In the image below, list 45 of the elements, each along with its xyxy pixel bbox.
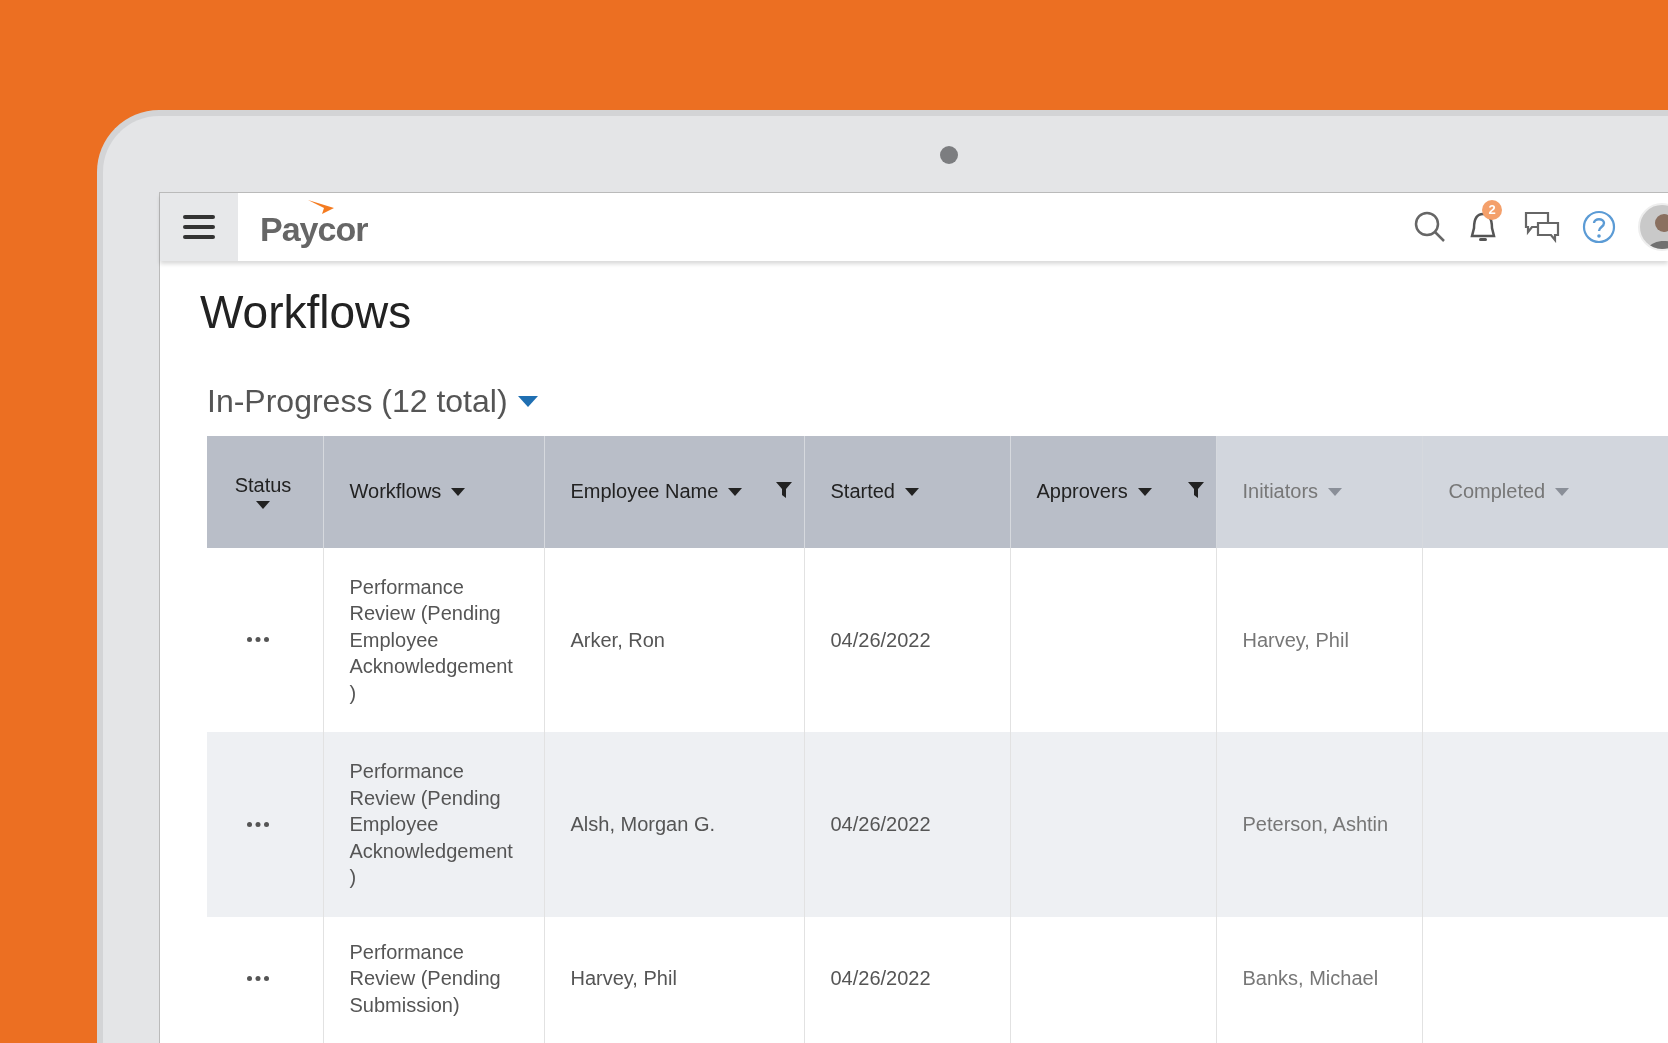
more-icon [247, 637, 269, 643]
table-cell: Harvey, Phil [1242, 628, 1349, 651]
filter-icon[interactable] [775, 482, 792, 498]
logo[interactable]: Paycor [260, 210, 368, 249]
column-header[interactable]: Workflows [349, 480, 442, 503]
more-button[interactable] [247, 975, 269, 981]
table-cell-text: Performance Review (Pending Submission) [349, 939, 502, 1018]
table-cell: Arker, Ron [570, 628, 665, 651]
camera-icon [940, 146, 958, 164]
more-button[interactable] [247, 821, 269, 827]
sort-caret-icon[interactable] [728, 487, 743, 496]
help-icon [1582, 209, 1616, 244]
search-button[interactable] [1414, 210, 1446, 243]
filter-icon[interactable] [1187, 482, 1204, 498]
logo-mark-icon [308, 200, 334, 215]
sort-caret-icon[interactable] [451, 487, 466, 496]
search-icon [1414, 210, 1446, 243]
menu-icon [183, 214, 215, 239]
notification-badge: 2 [1482, 199, 1502, 220]
more-icon [247, 975, 269, 981]
caret-icon [517, 395, 538, 407]
column-header[interactable]: Approvers [1036, 480, 1128, 503]
sort-caret-icon[interactable] [905, 487, 919, 496]
more-icon [247, 821, 269, 827]
more-button[interactable] [247, 637, 269, 643]
table-cell: Peterson, Ashtin [1242, 813, 1389, 835]
table-cell: 04/26/2022 [830, 813, 931, 835]
column-header[interactable]: Status [234, 474, 292, 497]
help-button[interactable] [1582, 209, 1616, 244]
column-header[interactable]: Started [830, 480, 895, 503]
menu-button[interactable] [160, 193, 238, 261]
table-cell-text: Performance Review (Pending Employee Acknowledgement ) [349, 759, 514, 890]
column-header[interactable]: Employee Name [570, 480, 719, 503]
table-cell: 04/26/2022 [830, 628, 931, 651]
status-dropdown[interactable]: In-Progress (12 total) [207, 382, 538, 420]
table-cell: Harvey, Phil [570, 967, 677, 989]
table-cell-text: Performance Review (Pending Employee Acknowledgement ) [349, 574, 514, 706]
table-cell: Banks, Michael [1242, 967, 1379, 989]
chat-icon [1524, 210, 1560, 243]
table-cell: 04/26/2022 [830, 967, 931, 989]
sort-caret-icon[interactable] [1137, 487, 1152, 496]
sort-caret-icon[interactable] [256, 501, 270, 509]
table-cell: Alsh, Morgan G. [570, 813, 715, 835]
page-title: Workflows [200, 284, 413, 339]
chat-button[interactable] [1524, 210, 1560, 243]
